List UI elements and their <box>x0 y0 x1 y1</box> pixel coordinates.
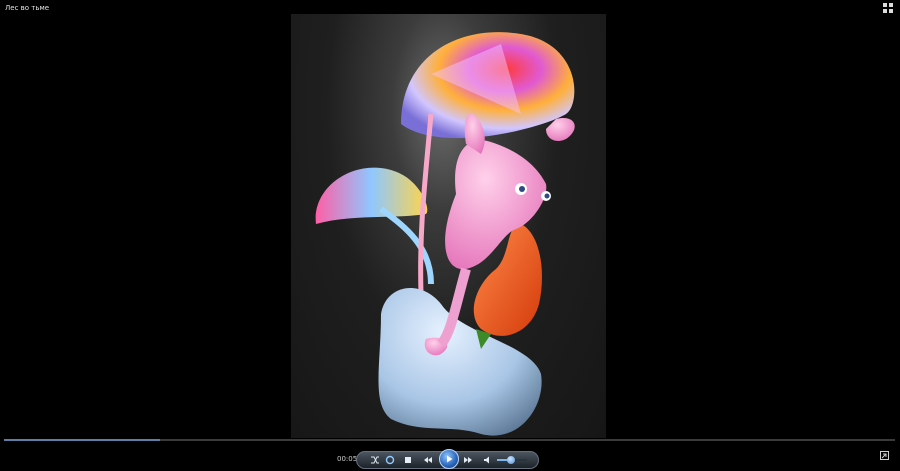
view-switch-icon[interactable] <box>883 3 893 13</box>
shuffle-icon[interactable] <box>370 455 380 465</box>
video-content <box>315 32 575 436</box>
restore-icon[interactable] <box>880 451 889 460</box>
previous-icon[interactable] <box>423 455 433 465</box>
repeat-icon[interactable] <box>385 455 395 465</box>
next-icon[interactable] <box>463 455 473 465</box>
video-frame[interactable] <box>291 14 606 438</box>
elapsed-time: 00:05 <box>337 455 358 463</box>
window-title: Лес во тьме <box>5 4 50 12</box>
play-icon <box>447 455 453 463</box>
volume-slider[interactable] <box>497 456 527 464</box>
speaker-icon[interactable] <box>482 455 492 465</box>
volume-knob[interactable] <box>506 456 515 464</box>
stop-icon[interactable] <box>403 455 413 465</box>
play-button[interactable] <box>439 449 459 469</box>
seek-bar-progress <box>4 439 160 441</box>
seek-bar[interactable] <box>4 439 895 441</box>
